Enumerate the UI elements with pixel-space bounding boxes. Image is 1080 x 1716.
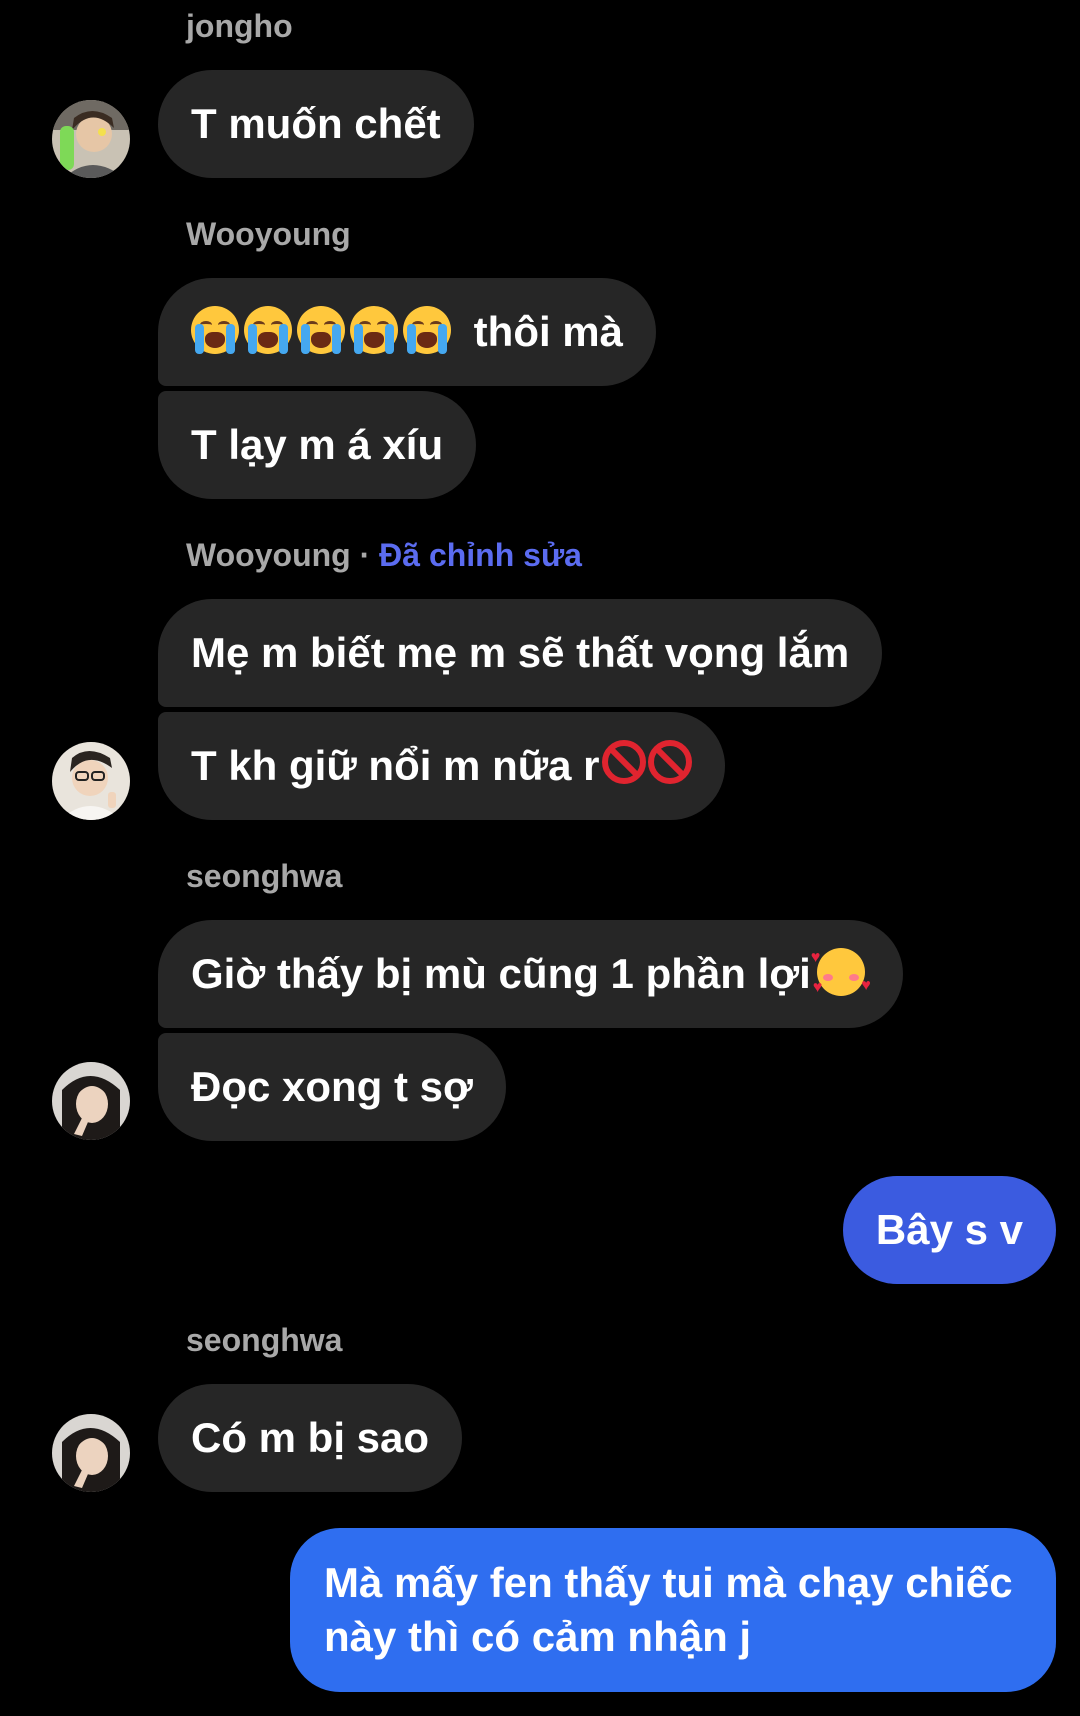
message-bubble[interactable]: Đọc xong t sợ	[158, 1033, 506, 1141]
message-bubble[interactable]: T muốn chết	[158, 70, 474, 178]
sender-name: seonghwa	[186, 858, 343, 894]
sender-name: Wooyoung	[186, 537, 351, 573]
avatar-wooyoung[interactable]	[52, 742, 130, 820]
message-bubble-with-emoji[interactable]: Giờ thấy bị mù cũng 1 phần lợi ♥ ♥ ♥	[158, 920, 903, 1028]
crying-emoji-icon	[403, 306, 451, 354]
sender-header: Wooyoung · Đã chỉnh sửa	[186, 537, 582, 574]
smiling-face-with-hearts-icon: ♥ ♥ ♥	[810, 948, 871, 996]
message-text: Giờ thấy bị mù cũng 1 phần lợi	[191, 950, 811, 997]
message-bubble[interactable]: Có m bị sao	[158, 1384, 463, 1492]
separator-dot: ·	[350, 537, 380, 573]
sender-name: Wooyoung	[186, 216, 351, 252]
avatar-seonghwa[interactable]	[52, 1062, 130, 1140]
message-text: thôi mà	[473, 308, 624, 355]
crying-emoji-icon	[191, 306, 239, 354]
message-bubble[interactable]: T lạy m á xíu	[158, 391, 477, 499]
sender-name: seonghwa	[186, 1322, 343, 1358]
message-bubble-emoji[interactable]: thôi mà	[158, 278, 657, 386]
avatar-seonghwa[interactable]	[52, 1414, 130, 1492]
prohibited-icon	[647, 740, 692, 784]
crying-emoji-icon	[350, 306, 398, 354]
crying-emoji-icon	[297, 306, 345, 354]
edited-label[interactable]: Đã chỉnh sửa	[379, 537, 582, 573]
message-bubble[interactable]: Mẹ m biết mẹ m sẽ thất vọng lắm	[158, 599, 883, 707]
message-text: T kh giữ nổi m nữa r	[191, 742, 600, 789]
outgoing-message-bubble[interactable]: Bây s v	[842, 1176, 1056, 1284]
avatar-jongho[interactable]	[52, 100, 130, 178]
prohibited-icon	[601, 740, 646, 784]
outgoing-message-bubble[interactable]: Mà mấy fen thấy tui mà chạy chiếc này th…	[290, 1528, 1056, 1692]
crying-emoji-icon	[244, 306, 292, 354]
message-bubble-with-emoji[interactable]: T kh giữ nổi m nữa r	[158, 712, 725, 820]
sender-name: jongho	[186, 8, 293, 44]
